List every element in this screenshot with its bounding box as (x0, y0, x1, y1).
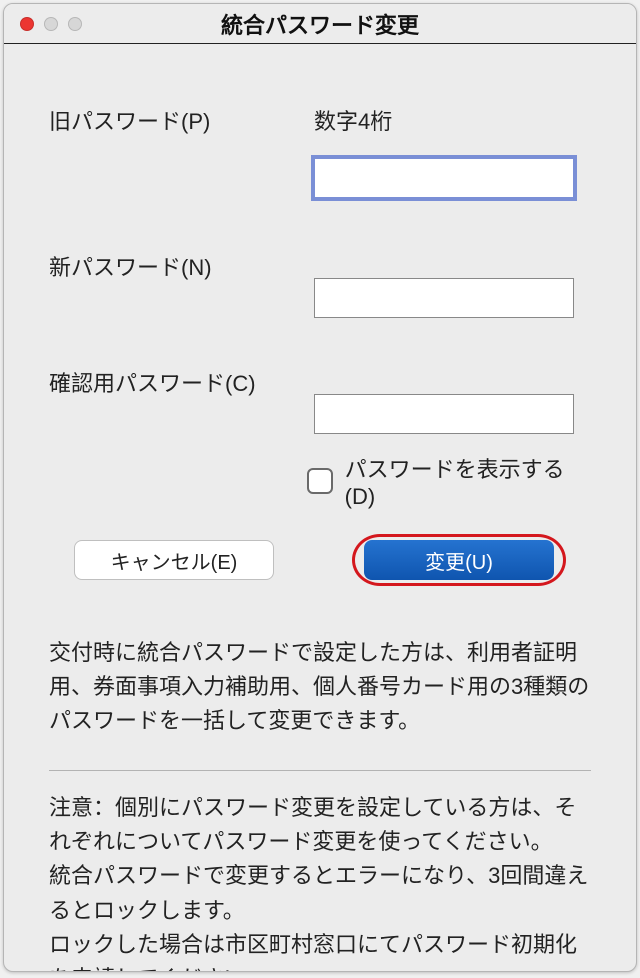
confirm-password-row: 確認用パスワード(C) (49, 366, 591, 434)
old-password-row: 旧パスワード(P) 数字4桁 (49, 104, 591, 198)
change-button-highlight: 変更(U) (364, 540, 554, 580)
caution-text: 注意：個別にパスワード変更を設定している方は、それぞれについてパスワード変更を使… (49, 791, 591, 972)
info-text: 交付時に統合パスワードで設定した方は、利用者証明用、券面事項入力補助用、個人番号… (49, 636, 591, 738)
show-password-checkbox[interactable] (307, 468, 333, 494)
new-password-input[interactable] (314, 278, 574, 318)
old-password-input[interactable] (314, 158, 574, 198)
window-controls (20, 17, 82, 31)
dialog-content: 旧パスワード(P) 数字4桁 新パスワード(N) 確認用パスワード(C) パスワ… (4, 44, 636, 972)
minimize-icon (44, 17, 58, 31)
change-button[interactable]: 変更(U) (364, 540, 554, 580)
new-password-row: 新パスワード(N) (49, 250, 591, 318)
old-password-hint: 数字4桁 (314, 104, 591, 136)
old-password-label: 旧パスワード(P) (49, 104, 314, 136)
show-password-label: パスワードを表示する(D) (345, 452, 591, 510)
close-icon[interactable] (20, 17, 34, 31)
new-password-label: 新パスワード(N) (49, 250, 314, 282)
confirm-password-input[interactable] (314, 394, 574, 434)
cancel-button[interactable]: キャンセル(E) (74, 540, 274, 580)
divider (49, 770, 591, 771)
button-row: キャンセル(E) 変更(U) (49, 540, 591, 580)
show-password-row[interactable]: パスワードを表示する(D) (49, 452, 591, 510)
titlebar: 統合パスワード変更 (4, 4, 636, 44)
dialog-window: 統合パスワード変更 旧パスワード(P) 数字4桁 新パスワード(N) 確認用パス… (3, 3, 637, 972)
window-title: 統合パスワード変更 (4, 8, 636, 40)
confirm-password-label: 確認用パスワード(C) (49, 366, 314, 398)
zoom-icon (68, 17, 82, 31)
